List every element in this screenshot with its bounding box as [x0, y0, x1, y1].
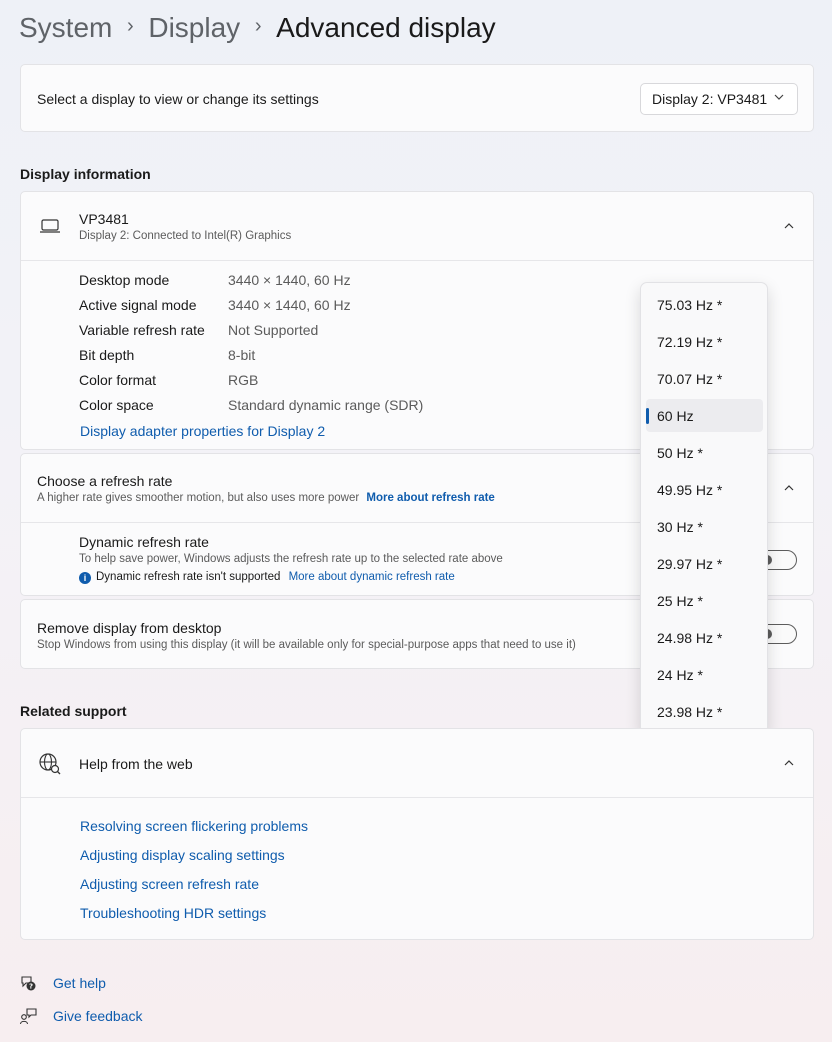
refresh-rate-option-label: 72.19 Hz *	[657, 333, 723, 350]
display-select-value: Display 2: VP3481	[652, 91, 768, 107]
refresh-rate-option[interactable]: 24.98 Hz *	[646, 621, 763, 654]
help-from-web-header[interactable]: Help from the web	[21, 729, 813, 797]
refresh-rate-option-label: 49.95 Hz *	[657, 481, 723, 498]
refresh-rate-description: A higher rate gives smoother motion, but…	[37, 492, 495, 504]
refresh-rate-option[interactable]: 75.03 Hz *	[646, 288, 763, 321]
help-link-refresh-rate[interactable]: Adjusting screen refresh rate	[80, 876, 259, 892]
info-value: Not Supported	[228, 322, 319, 338]
info-key: Color space	[79, 397, 154, 413]
info-key: Active signal mode	[79, 297, 197, 313]
refresh-rate-option-label: 24.98 Hz *	[657, 629, 723, 646]
info-value: RGB	[228, 372, 259, 388]
globe-icon	[38, 752, 62, 781]
info-key: Bit depth	[79, 347, 135, 363]
give-feedback-label: Give feedback	[53, 1008, 143, 1024]
get-help-label: Get help	[53, 975, 106, 991]
info-value: 8-bit	[228, 347, 256, 363]
chevron-up-icon[interactable]	[781, 755, 797, 771]
info-key: Color format	[79, 372, 157, 388]
laptop-icon	[39, 218, 61, 239]
breadcrumb: System › Display › Advanced display	[19, 8, 496, 48]
feedback-icon	[19, 1007, 37, 1028]
refresh-rate-option-selected[interactable]: 60 Hz	[646, 399, 763, 432]
selection-indicator	[646, 408, 649, 424]
refresh-rate-option-label: 29.97 Hz *	[657, 555, 723, 572]
page-title: Advanced display	[276, 12, 496, 43]
display-adapter-link[interactable]: Display adapter properties for Display 2	[80, 423, 325, 439]
refresh-rate-option-label: 24 Hz *	[657, 666, 703, 683]
breadcrumb-separator-icon: ›	[254, 14, 262, 37]
help-from-web-card: Help from the web Resolving screen flick…	[20, 728, 814, 940]
remove-display-description: Stop Windows from using this display (it…	[37, 639, 576, 651]
refresh-rate-option[interactable]: 30 Hz *	[646, 510, 763, 543]
refresh-rate-option[interactable]: 72.19 Hz *	[646, 325, 763, 358]
chevron-up-icon[interactable]	[781, 218, 797, 234]
info-value: 3440 × 1440, 60 Hz	[228, 297, 351, 313]
display-select-card: Select a display to view or change its s…	[20, 64, 814, 132]
display-subtitle: Display 2: Connected to Intel(R) Graphic…	[79, 230, 292, 242]
info-key: Desktop mode	[79, 272, 170, 288]
refresh-rate-option-label: 50 Hz *	[657, 444, 703, 461]
refresh-rate-option-label: 60 Hz	[657, 407, 694, 424]
help-icon: ?	[19, 974, 37, 995]
display-select-dropdown[interactable]: Display 2: VP3481	[640, 83, 798, 115]
dynamic-refresh-note: i Dynamic refresh rate isn't supported Mo…	[79, 571, 455, 584]
refresh-rate-option[interactable]: 49.95 Hz *	[646, 473, 763, 506]
help-from-web-title: Help from the web	[79, 756, 193, 772]
info-key: Variable refresh rate	[79, 322, 205, 338]
info-value: Standard dynamic range (SDR)	[228, 397, 424, 413]
more-about-dynamic-refresh-link[interactable]: More about dynamic refresh rate	[289, 571, 455, 583]
dynamic-refresh-note-text: Dynamic refresh rate isn't supported	[96, 571, 281, 583]
svg-text:?: ?	[29, 983, 33, 991]
refresh-rate-menu: 75.03 Hz * 72.19 Hz * 70.07 Hz * 60 Hz 5…	[640, 282, 768, 734]
info-value: 3440 × 1440, 60 Hz	[228, 272, 351, 288]
remove-display-title: Remove display from desktop	[37, 620, 222, 636]
refresh-rate-title: Choose a refresh rate	[37, 473, 173, 489]
related-support-section-title: Related support	[20, 703, 127, 719]
refresh-rate-option[interactable]: 24 Hz *	[646, 658, 763, 691]
refresh-rate-option-label: 70.07 Hz *	[657, 370, 723, 387]
chevron-down-icon	[773, 91, 785, 106]
refresh-rate-option[interactable]: 50 Hz *	[646, 436, 763, 469]
breadcrumb-system[interactable]: System	[19, 12, 112, 44]
display-info-section-title: Display information	[20, 166, 151, 182]
info-icon: i	[79, 572, 91, 584]
refresh-rate-option[interactable]: 23.98 Hz *	[646, 695, 763, 728]
refresh-rate-option[interactable]: 70.07 Hz *	[646, 362, 763, 395]
refresh-rate-option[interactable]: 25 Hz *	[646, 584, 763, 617]
refresh-rate-option-label: 75.03 Hz *	[657, 296, 723, 313]
dynamic-refresh-description: To help save power, Windows adjusts the …	[79, 553, 503, 565]
display-name: VP3481	[79, 211, 129, 227]
help-link-flickering[interactable]: Resolving screen flickering problems	[80, 818, 308, 834]
divider	[21, 797, 813, 798]
display-info-header[interactable]: VP3481 Display 2: Connected to Intel(R) …	[21, 192, 813, 260]
breadcrumb-display[interactable]: Display	[148, 12, 240, 44]
refresh-rate-option-label: 30 Hz *	[657, 518, 703, 535]
more-about-refresh-rate-link[interactable]: More about refresh rate	[366, 492, 494, 504]
help-link-hdr[interactable]: Troubleshooting HDR settings	[80, 905, 266, 921]
chevron-up-icon[interactable]	[781, 480, 797, 496]
refresh-rate-description-text: A higher rate gives smoother motion, but…	[37, 492, 360, 504]
divider	[21, 260, 813, 261]
breadcrumb-separator-icon: ›	[127, 14, 134, 37]
refresh-rate-option-label: 25 Hz *	[657, 592, 703, 609]
refresh-rate-option[interactable]: 29.97 Hz *	[646, 547, 763, 580]
dynamic-refresh-title: Dynamic refresh rate	[79, 534, 209, 550]
help-link-scaling[interactable]: Adjusting display scaling settings	[80, 847, 285, 863]
refresh-rate-option-label: 23.98 Hz *	[657, 703, 723, 720]
display-select-label: Select a display to view or change its s…	[37, 91, 319, 107]
